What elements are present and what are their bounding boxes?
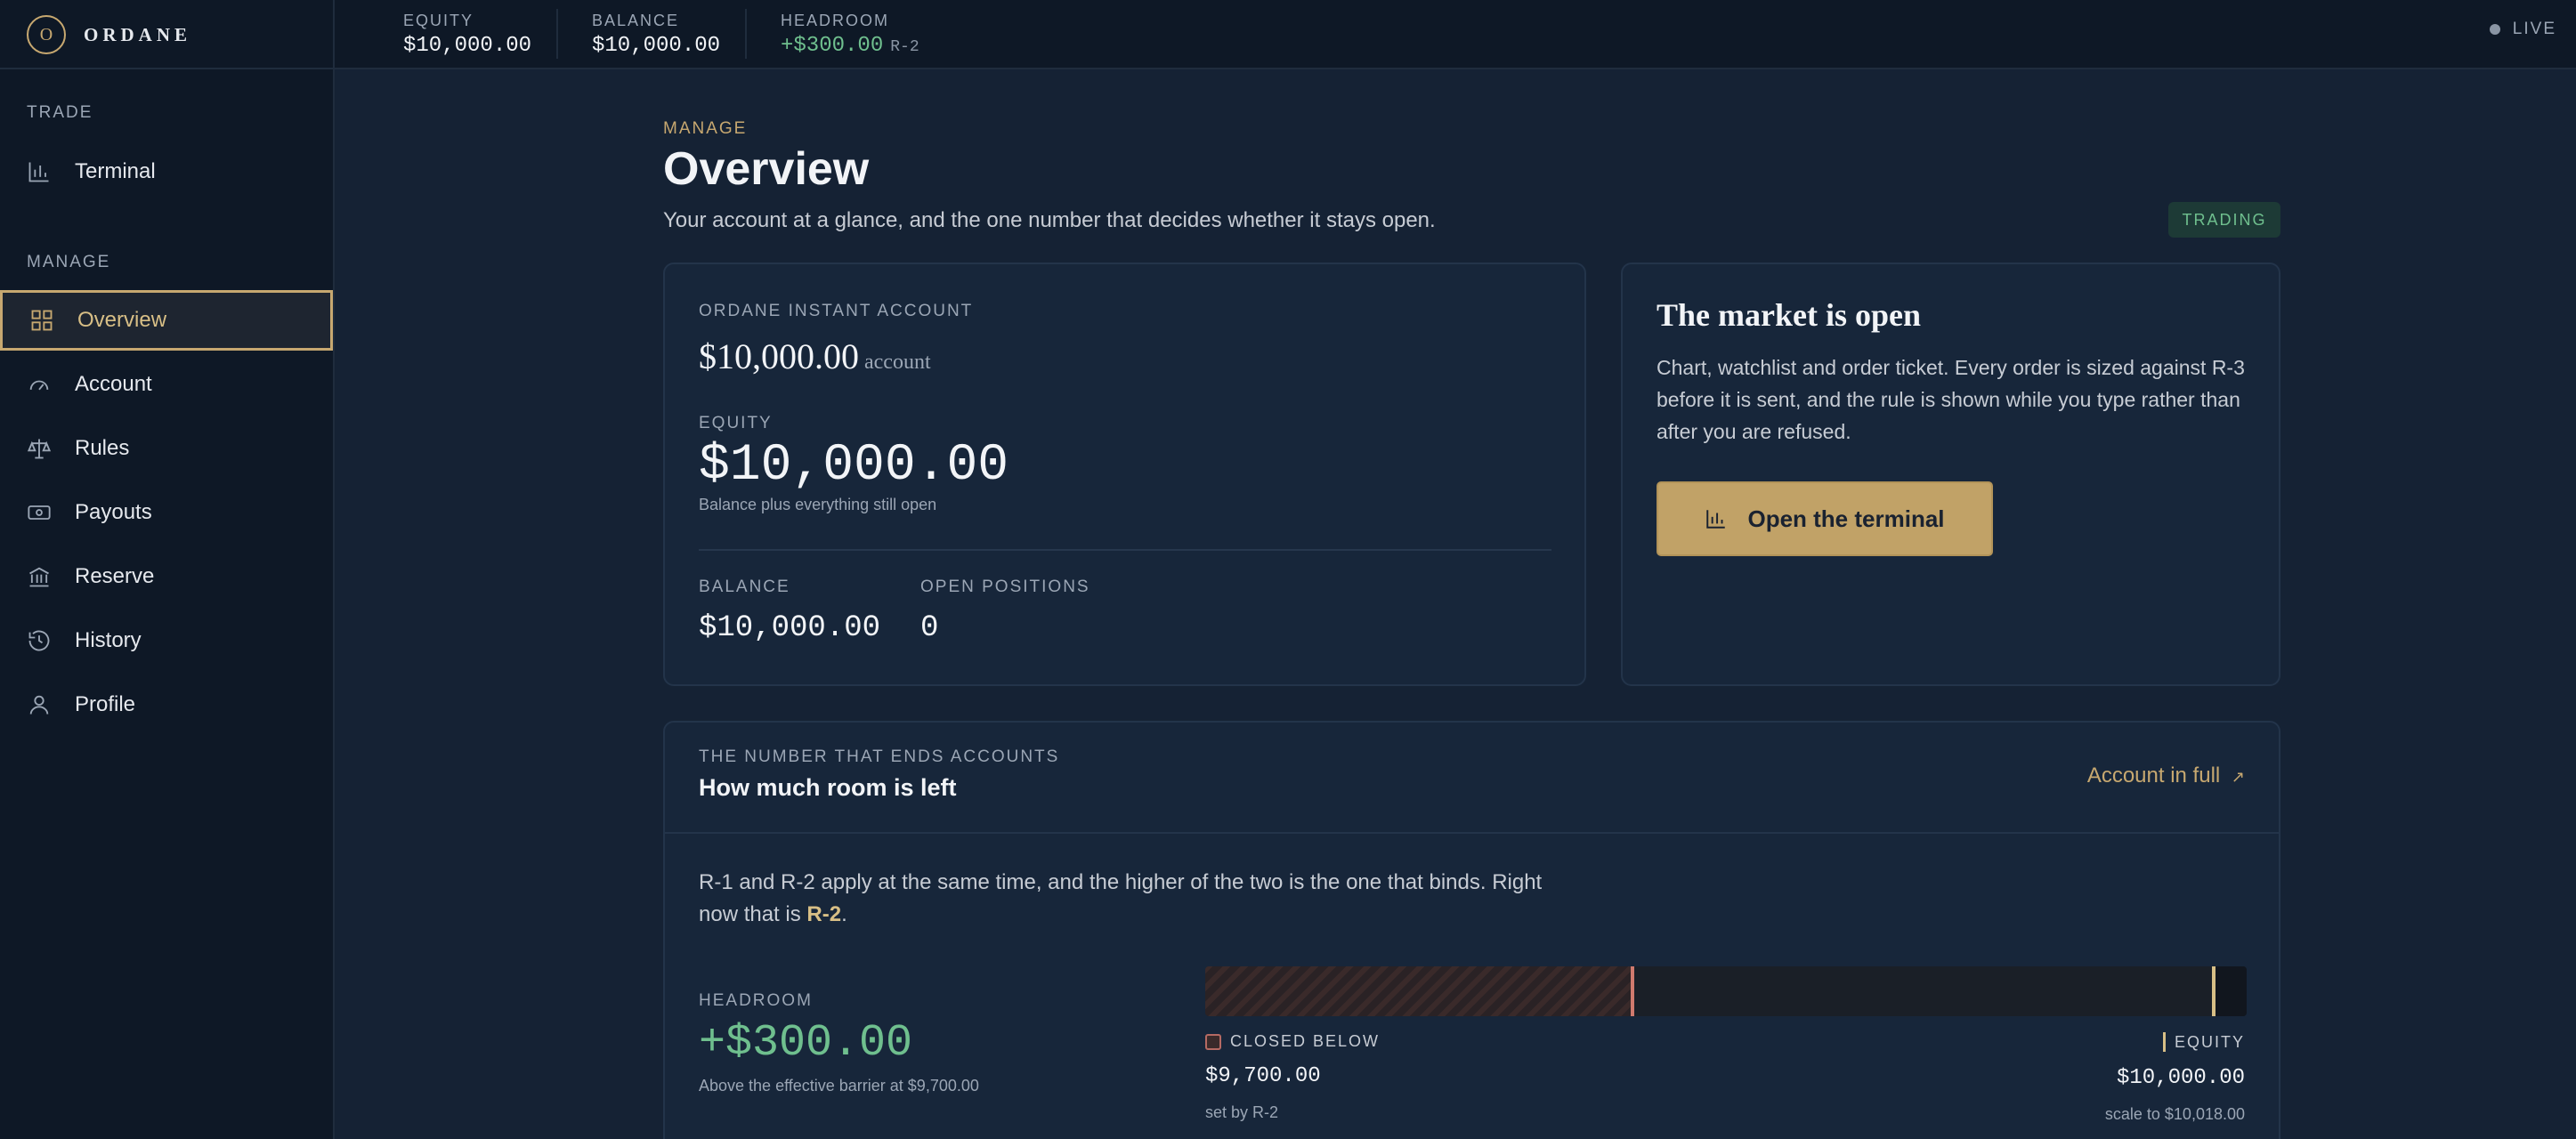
equity-value: $10,000.00	[699, 437, 1009, 495]
sidebar-item-overview[interactable]: Overview	[0, 290, 333, 351]
topbar-headroom-label: HEADROOM	[781, 12, 890, 29]
equity-legend-value: $10,000.00	[2116, 1066, 2245, 1090]
topbar-headroom-row: +$300.00 R-2	[781, 34, 919, 58]
top-bar: O ORDANE EQUITY $10,000.00 BALANCE $10,0…	[0, 0, 2576, 69]
account-card-label: ORDANE INSTANT ACCOUNT	[699, 302, 974, 320]
headroom-note: Above the effective barrier at $9,700.00	[699, 1077, 979, 1095]
sidebar: TRADE Terminal MANAGE Overview Account R…	[0, 69, 335, 1139]
topbar-balance-value: $10,000.00	[592, 34, 721, 58]
closed-below-label: CLOSED BELOW	[1230, 1032, 1381, 1050]
divider	[699, 549, 1551, 551]
page-eyebrow: MANAGE	[663, 119, 748, 138]
headroom-card-eyebrow: THE NUMBER THAT ENDS ACCOUNTS	[699, 747, 1060, 766]
account-size-unit: account	[864, 351, 931, 374]
sidebar-section-manage: MANAGE	[27, 253, 111, 271]
binding-rule: R-2	[806, 902, 842, 926]
equity-label: EQUITY	[699, 414, 773, 432]
market-card: The market is open Chart, watchlist and …	[1621, 263, 2280, 686]
topbar-headroom-value: +$300.00	[781, 34, 884, 58]
brand-logo-icon: O	[27, 15, 66, 54]
market-description: Chart, watchlist and order ticket. Every…	[1657, 356, 2245, 443]
banknote-icon	[28, 505, 51, 520]
bank-icon	[29, 567, 49, 587]
chart-icon	[28, 162, 49, 182]
topbar-divider	[745, 9, 747, 59]
gauge-icon	[29, 380, 49, 391]
open-positions-label: OPEN POSITIONS	[920, 578, 1090, 596]
topbar-equity-label: EQUITY	[403, 12, 474, 29]
balance-label: BALANCE	[699, 578, 790, 596]
scale-remainder	[2216, 966, 2247, 1016]
sidebar-item-profile[interactable]: Profile	[0, 675, 333, 735]
history-icon	[28, 630, 50, 651]
headroom-bar	[1205, 966, 2247, 1016]
closed-below-source: set by R-2	[1205, 1103, 1279, 1121]
headroom-card: THE NUMBER THAT ENDS ACCOUNTS How much r…	[663, 721, 2280, 1139]
grid-icon	[31, 310, 53, 331]
closed-below-value: $9,700.00	[1205, 1064, 1321, 1088]
topbar-equity: EQUITY $10,000.00	[403, 5, 531, 64]
sidebar-item-label: Profile	[75, 692, 136, 716]
topbar-headroom-rule: R-2	[890, 38, 919, 56]
topbar-divider	[556, 9, 558, 59]
account-size: $10,000.00 account	[699, 335, 931, 377]
sidebar-item-payouts[interactable]: Payouts	[0, 482, 333, 543]
live-dot-icon	[2489, 24, 2500, 35]
sidebar-item-reserve[interactable]: Reserve	[0, 546, 333, 607]
sidebar-item-history[interactable]: History	[0, 610, 333, 671]
arrow-up-right-icon: ↗	[2231, 768, 2245, 786]
status-badge: TRADING	[2168, 202, 2280, 238]
sidebar-item-terminal[interactable]: Terminal	[0, 141, 333, 202]
topbar-balance: BALANCE $10,000.00	[592, 5, 720, 64]
barrier-marker	[1631, 966, 1634, 1016]
topbar-balance-label: BALANCE	[592, 12, 680, 29]
account-in-full-link[interactable]: Account in full ↗	[2087, 763, 2245, 788]
sidebar-section-trade: TRADE	[27, 103, 93, 122]
closed-zone	[1205, 966, 1631, 1016]
live-label: LIVE	[2512, 20, 2556, 38]
sidebar-item-account[interactable]: Account	[0, 354, 333, 415]
headroom-label: HEADROOM	[699, 991, 813, 1010]
open-terminal-label: Open the terminal	[1747, 505, 1945, 532]
chart-icon	[1706, 510, 1726, 529]
closed-swatch-icon	[1205, 1033, 1221, 1050]
topbar-equity-value: $10,000.00	[403, 34, 532, 58]
headroom-card-title: How much room is left	[699, 774, 957, 801]
scale-icon	[27, 439, 52, 459]
balance-value: $10,000.00	[699, 611, 881, 645]
sidebar-item-label: Rules	[75, 436, 130, 460]
equity-tick-icon	[2162, 1032, 2166, 1052]
page-title: Overview	[663, 143, 870, 195]
topbar-headroom: HEADROOM +$300.00 R-2	[781, 5, 919, 64]
account-size-value: $10,000.00	[699, 336, 859, 376]
live-indicator: LIVE	[2489, 0, 2556, 59]
divider	[665, 832, 2279, 834]
account-card: ORDANE INSTANT ACCOUNT $10,000.00 account…	[663, 263, 1586, 686]
equity-legend: EQUITY	[2162, 1032, 2245, 1052]
sidebar-item-label: Account	[75, 372, 152, 396]
equity-marker	[2212, 966, 2216, 1016]
open-positions-value: 0	[920, 611, 939, 645]
equity-legend-label: EQUITY	[2174, 1032, 2245, 1051]
scale-note: scale to $10,018.00	[2104, 1105, 2245, 1123]
sidebar-item-label: Overview	[77, 308, 167, 332]
page-subtitle: Your account at a glance, and the one nu…	[663, 208, 1436, 232]
user-icon	[29, 695, 49, 715]
account-in-full-label: Account in full	[2086, 763, 2221, 788]
market-title: The market is open	[1657, 297, 1921, 333]
binding-rule-explanation: R-1 and R-2 apply at the same time, and …	[699, 867, 1553, 931]
sidebar-item-label: Reserve	[75, 564, 155, 588]
equity-note: Balance plus everything still open	[699, 496, 937, 513]
brand-name: ORDANE	[84, 23, 192, 45]
closed-below-legend: CLOSED BELOW	[1205, 1032, 1380, 1051]
sidebar-item-label: Terminal	[75, 159, 156, 183]
sidebar-item-rules[interactable]: Rules	[0, 418, 333, 479]
headroom-value: +$300.00	[699, 1018, 913, 1069]
open-terminal-button[interactable]: Open the terminal	[1657, 481, 1993, 556]
sidebar-item-label: Payouts	[75, 500, 152, 524]
brand[interactable]: O ORDANE	[0, 0, 335, 69]
binding-rule-text-end: .	[841, 902, 847, 926]
sidebar-item-label: History	[75, 628, 142, 652]
